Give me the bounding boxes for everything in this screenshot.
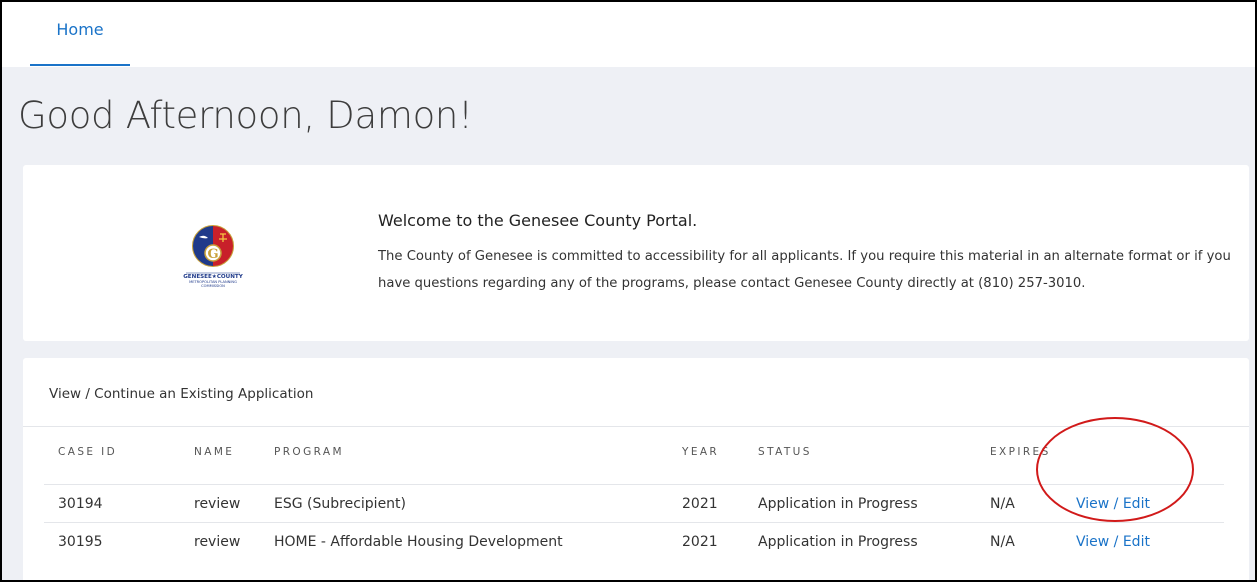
logo-text-commission: COMMISSION [201, 284, 225, 288]
cell-program: HOME - Affordable Housing Development [274, 534, 563, 550]
applications-title: View / Continue an Existing Application [49, 386, 314, 402]
column-header-program: PROGRAM [274, 446, 344, 458]
column-header-case-id: CASE ID [58, 446, 118, 458]
table-row: 30194 review ESG (Subrecipient) 2021 App… [44, 484, 1224, 522]
column-header-expires: EXPIRES [990, 446, 1051, 458]
column-header-name: NAME [194, 446, 235, 458]
view-edit-link[interactable]: View / Edit [1076, 496, 1150, 512]
cell-case-id: 30195 [58, 534, 103, 550]
table-row: 30195 review HOME - Affordable Housing D… [44, 522, 1224, 560]
cell-status: Application in Progress [758, 496, 918, 512]
cell-case-id: 30194 [58, 496, 103, 512]
logo-letter: G [207, 247, 218, 262]
cell-program: ESG (Subrecipient) [274, 496, 407, 512]
cell-expires: N/A [990, 496, 1015, 512]
welcome-body: The County of Genesee is committed to ac… [378, 249, 1231, 291]
cell-year: 2021 [682, 496, 718, 512]
logo-text-county: GENESEE★COUNTY [183, 273, 244, 280]
cell-name: review [194, 534, 241, 550]
applications-card: View / Continue an Existing Application … [23, 358, 1249, 580]
column-header-status: STATUS [758, 446, 812, 458]
cell-year: 2021 [682, 534, 718, 550]
cell-status: Application in Progress [758, 534, 918, 550]
tab-home[interactable]: Home [30, 2, 130, 66]
divider [23, 426, 1249, 427]
portal-window: Home Good Afternoon, Damon! G GENESEE★CO… [0, 0, 1257, 582]
cell-name: review [194, 496, 241, 512]
column-header-year: YEAR [682, 446, 720, 458]
cell-expires: N/A [990, 534, 1015, 550]
county-logo-icon: G GENESEE★COUNTY METROPOLITAN PLANNING C… [183, 225, 244, 288]
welcome-card: G GENESEE★COUNTY METROPOLITAN PLANNING C… [23, 165, 1249, 341]
view-edit-link[interactable]: View / Edit [1076, 534, 1150, 550]
top-navigation: Home [2, 2, 1255, 67]
page-greeting: Good Afternoon, Damon! [18, 94, 473, 137]
welcome-title: Welcome to the Genesee County Portal. [378, 211, 698, 230]
